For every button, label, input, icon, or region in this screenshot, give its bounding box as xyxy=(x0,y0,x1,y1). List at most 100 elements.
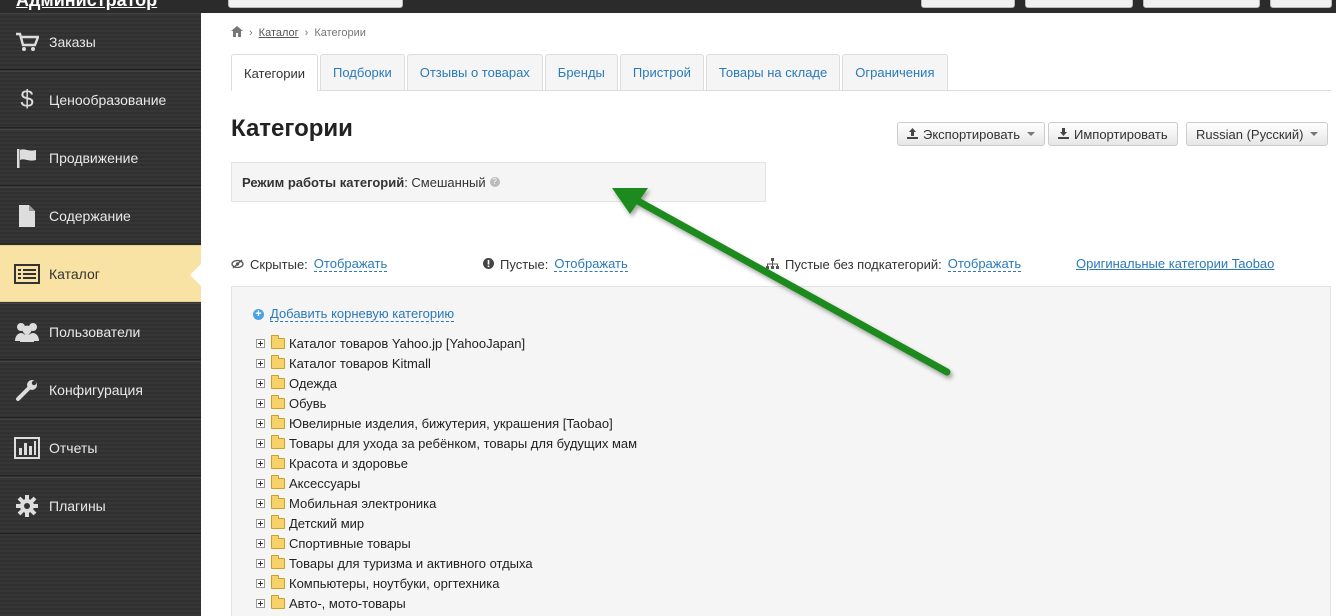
dollar-icon: $ xyxy=(20,85,34,113)
folder-icon xyxy=(271,394,285,409)
tree-node[interactable]: Детский мир xyxy=(256,513,637,533)
tree-node-label[interactable]: Мобильная электроника xyxy=(289,496,436,511)
tree-node[interactable]: Ювелирные изделия, бижутерия, украшения … xyxy=(256,413,637,433)
tree-node[interactable]: Товары для ухода за ребёнком, товары для… xyxy=(256,433,637,453)
top-bar-button[interactable] xyxy=(228,0,403,8)
sidebar-item-pricing[interactable]: $ Ценообразование xyxy=(0,71,201,128)
expand-icon[interactable] xyxy=(256,338,265,348)
folder-icon xyxy=(271,354,285,369)
sidebar-item-orders[interactable]: Заказы xyxy=(0,13,201,70)
tab-brands[interactable]: Бренды xyxy=(544,54,618,90)
help-icon[interactable]: ? xyxy=(489,177,500,187)
tree-node[interactable]: Товары для туризма и активного отдыха xyxy=(256,553,637,573)
tab-restrictions[interactable]: Ограничения xyxy=(842,54,948,90)
tab-collections[interactable]: Подборки xyxy=(320,54,405,90)
expand-icon[interactable] xyxy=(256,558,265,568)
filter-empty-nosub: Пустые без подкатегорий: Отображать xyxy=(766,256,1022,272)
import-button[interactable]: Импортировать xyxy=(1048,122,1178,146)
folder-icon xyxy=(271,594,285,609)
sidebar-item-plugins[interactable]: Плагины xyxy=(0,477,201,534)
tab-categories[interactable]: Категории xyxy=(231,54,318,91)
expand-icon[interactable] xyxy=(256,438,265,448)
tree-node[interactable]: Каталог товаров Kitmall xyxy=(256,353,637,373)
top-bar-button[interactable] xyxy=(1143,0,1260,8)
tree-node-label[interactable]: Ювелирные изделия, бижутерия, украшения … xyxy=(289,416,613,431)
filter-empty-toggle[interactable]: Отображать xyxy=(554,256,628,272)
tree-node[interactable]: Компьютеры, ноутбуки, оргтехника xyxy=(256,573,637,593)
sidebar-item-configuration[interactable]: Конфигурация xyxy=(0,361,201,418)
filter-hidden-toggle[interactable]: Отображать xyxy=(313,256,388,272)
top-bar-button[interactable] xyxy=(921,0,1015,8)
tree-node-label[interactable]: Красота и здоровье xyxy=(289,456,408,471)
add-root-category-label[interactable]: Добавить корневую категорию xyxy=(270,306,455,322)
folder-icon xyxy=(271,474,285,489)
taobao-link-wrap: Оригинальные категории Taobao xyxy=(1076,256,1274,271)
sidebar-item-content[interactable]: Содержание xyxy=(0,187,201,244)
breadcrumb-current: Категории xyxy=(314,27,366,39)
sidebar-item-label: Каталог xyxy=(49,265,100,282)
expand-icon[interactable] xyxy=(256,418,265,428)
language-select[interactable]: Russian (Русский) xyxy=(1186,122,1329,146)
tree-node[interactable]: Мобильная электроника xyxy=(256,493,637,513)
folder-icon xyxy=(271,514,285,529)
category-mode-box: Режим работы категорий: Смешанный ? xyxy=(231,162,766,202)
tree-node-label[interactable]: Компьютеры, ноутбуки, оргтехника xyxy=(289,576,500,591)
sidebar-item-label: Пользователи xyxy=(49,323,141,340)
document-icon xyxy=(13,202,41,230)
tree-node[interactable]: Красота и здоровье xyxy=(256,453,637,473)
tree-node-label[interactable]: Товары для туризма и активного отдыха xyxy=(289,556,533,571)
tree-node-label[interactable]: Одежда xyxy=(289,376,337,391)
folder-icon xyxy=(271,574,285,589)
sidebar-item-promotion[interactable]: Продвижение xyxy=(0,129,201,186)
tree-node[interactable]: Аксессуары xyxy=(256,473,637,493)
tree-node-label[interactable]: Спортивные товары xyxy=(289,536,411,551)
tab-attach[interactable]: Пристрой xyxy=(619,54,704,90)
tree-node-label[interactable]: Товары для ухода за ребёнком, товары для… xyxy=(289,436,637,451)
sidebar-item-users[interactable]: Пользователи xyxy=(0,303,201,360)
plus-circle-icon: + xyxy=(253,308,264,320)
breadcrumb-catalog-link[interactable]: Каталог xyxy=(259,27,299,39)
filter-empty-nosub-label: Пустые без подкатегорий: xyxy=(785,256,942,272)
home-icon[interactable] xyxy=(231,26,243,40)
expand-icon[interactable] xyxy=(256,578,265,588)
tree-node-label[interactable]: Каталог товаров Kitmall xyxy=(289,356,431,371)
list-icon xyxy=(13,260,41,288)
tab-stock[interactable]: Товары на складе xyxy=(705,54,841,90)
tree-node-label[interactable]: Авто-, мото-товары xyxy=(289,596,406,611)
sidebar-item-reports[interactable]: Отчеты xyxy=(0,419,201,476)
breadcrumb-separator: › xyxy=(249,27,253,39)
expand-icon[interactable] xyxy=(256,458,265,468)
expand-icon[interactable] xyxy=(256,358,265,368)
top-bar-button[interactable] xyxy=(1025,0,1133,8)
expand-icon[interactable] xyxy=(256,498,265,508)
folder-icon xyxy=(271,454,285,469)
mode-label: Режим работы категорий xyxy=(242,174,405,190)
folder-icon xyxy=(271,374,285,389)
folder-icon xyxy=(271,554,285,569)
expand-icon[interactable] xyxy=(256,478,265,488)
site-logo[interactable]: Администратор xyxy=(16,0,157,11)
tree-node-label[interactable]: Детский мир xyxy=(289,516,364,531)
tab-reviews[interactable]: Отзывы о товарах xyxy=(406,54,543,90)
expand-icon[interactable] xyxy=(256,598,265,608)
tree-node[interactable]: Спортивные товары xyxy=(256,533,637,553)
cart-icon xyxy=(13,28,41,56)
tree-node[interactable]: Одежда xyxy=(256,373,637,393)
tree-node[interactable]: Авто-, мото-товары xyxy=(256,593,637,613)
sidebar-item-catalog[interactable]: Каталог xyxy=(0,245,201,302)
expand-icon[interactable] xyxy=(256,518,265,528)
filter-empty-nosub-toggle[interactable]: Отображать xyxy=(947,256,1022,272)
top-bar-button[interactable] xyxy=(1270,0,1332,8)
add-root-category[interactable]: + Добавить корневую категорию xyxy=(253,306,455,322)
tree-node[interactable]: Обувь xyxy=(256,393,637,413)
folder-icon xyxy=(271,334,285,349)
expand-icon[interactable] xyxy=(256,398,265,408)
tree-node-label[interactable]: Каталог товаров Yahoo.jp [YahooJapan] xyxy=(289,336,525,351)
tree-node[interactable]: Каталог товаров Yahoo.jp [YahooJapan] xyxy=(256,333,637,353)
expand-icon[interactable] xyxy=(256,538,265,548)
expand-icon[interactable] xyxy=(256,378,265,388)
tree-node-label[interactable]: Аксессуары xyxy=(289,476,360,491)
export-button[interactable]: Экспортировать xyxy=(897,122,1045,146)
tree-node-label[interactable]: Обувь xyxy=(289,396,326,411)
taobao-categories-link[interactable]: Оригинальные категории Taobao xyxy=(1076,256,1274,271)
